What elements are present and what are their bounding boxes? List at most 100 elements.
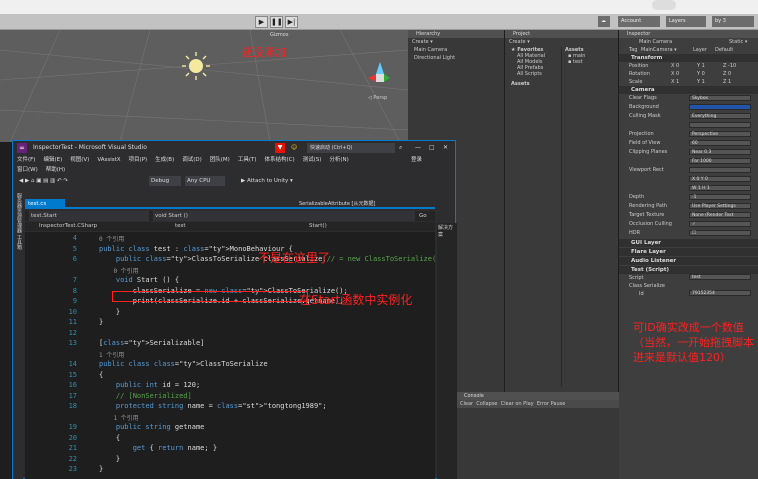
camera-field[interactable]: 60 xyxy=(689,140,751,146)
component-header[interactable]: Flare Layer xyxy=(619,248,758,256)
menu-item[interactable]: 窗口(W) xyxy=(17,165,38,175)
menu-item[interactable]: 工具(T) xyxy=(238,155,257,165)
menu-item[interactable]: 文件(F) xyxy=(17,155,35,165)
transform-field[interactable]: X 0 xyxy=(671,70,679,78)
camera-field[interactable] xyxy=(689,104,751,110)
code-line[interactable]: public int id = 120; xyxy=(99,381,200,389)
code-line[interactable]: [class="ty">Serializable] xyxy=(99,339,204,347)
component-header[interactable]: Test (Script) xyxy=(619,266,758,274)
component-header[interactable]: GUI Layer xyxy=(619,239,758,247)
quick-launch-input[interactable]: 快速启动 (Ctrl+Q) xyxy=(307,143,395,153)
platform-dropdown[interactable]: Any CPU xyxy=(185,176,225,186)
code-line[interactable]: // [NonSerialized] xyxy=(99,392,192,400)
code-line[interactable]: 1 个引用 xyxy=(99,350,124,359)
asset-item[interactable]: ▪ test xyxy=(562,59,617,65)
transform-field[interactable]: Y 1 xyxy=(697,62,705,70)
camera-field[interactable]: ☐ xyxy=(689,230,751,236)
component-header[interactable]: Audio Listener xyxy=(619,257,758,265)
camera-field[interactable]: ✓ xyxy=(689,221,751,227)
login-link[interactable]: 登录 xyxy=(411,155,422,165)
menu-item[interactable]: 团队(M) xyxy=(210,155,230,165)
console-clear[interactable]: Clear xyxy=(460,401,473,407)
menu-item[interactable]: 调试(D) xyxy=(182,155,202,165)
code-line[interactable]: 1 个引用 xyxy=(99,413,138,422)
favorite-item[interactable]: All Scripts xyxy=(505,71,559,77)
menu-item[interactable]: 体系结构(C) xyxy=(264,155,294,165)
code-line[interactable]: } xyxy=(99,318,103,326)
code-line[interactable]: get { return name; } xyxy=(99,444,217,452)
menu-item[interactable]: VAssistX xyxy=(97,155,120,165)
code-line[interactable]: } xyxy=(99,308,120,316)
layers-dropdown[interactable]: Layers xyxy=(666,16,706,27)
hierarchy-tab[interactable]: Hierarchy xyxy=(408,30,504,38)
transform-field[interactable]: Z 0 xyxy=(723,70,731,78)
transform-field[interactable]: Y 0 xyxy=(697,70,705,78)
transform-field[interactable]: Y 1 xyxy=(697,78,705,86)
gizmos-dropdown[interactable]: Gizmos xyxy=(270,32,288,38)
hierarchy-item[interactable]: Main Camera xyxy=(408,46,504,54)
close-button[interactable]: ✕ xyxy=(443,141,448,155)
tab-test-cs[interactable]: test.cs xyxy=(25,199,65,209)
transform-header[interactable]: Transform xyxy=(619,54,758,62)
transform-field[interactable]: Z -10 xyxy=(723,62,736,70)
solution-explorer[interactable]: 解决方案 xyxy=(437,223,457,479)
code-line[interactable]: void Start () { xyxy=(99,276,179,284)
project-tab[interactable]: Project xyxy=(505,30,618,38)
camera-field[interactable] xyxy=(689,122,751,128)
menu-item[interactable]: 项目(P) xyxy=(129,155,148,165)
camera-field[interactable]: X 0 Y 0 xyxy=(689,176,751,182)
menu-item[interactable]: 生成(B) xyxy=(155,155,174,165)
transform-field[interactable]: X 0 xyxy=(671,62,679,70)
play-button[interactable]: ▶ xyxy=(255,16,268,28)
nav-member-dropdown[interactable]: void Start () xyxy=(153,211,415,221)
id-field[interactable]: 79152354 xyxy=(689,290,751,296)
step-button[interactable]: ▶| xyxy=(285,16,298,28)
feedback-icon[interactable]: ▼ xyxy=(275,143,285,153)
solution-tab[interactable]: 解决方案 xyxy=(437,223,457,239)
code-line[interactable]: } xyxy=(99,465,103,473)
left-tool-strip[interactable]: 服务器资源管理器 工具箱 xyxy=(13,189,23,479)
hierarchy-item[interactable]: Directional Light xyxy=(408,54,504,62)
camera-field[interactable]: -1 xyxy=(689,194,751,200)
camera-field[interactable]: Perspective xyxy=(689,131,751,137)
hierarchy-create[interactable]: Create ▾ xyxy=(408,38,504,46)
menu-item[interactable]: 分析(N) xyxy=(329,155,348,165)
layout-dropdown[interactable]: by 3 xyxy=(712,16,754,27)
class-serialize-row[interactable]: Class Serialize xyxy=(619,282,758,290)
code-line[interactable]: { xyxy=(99,371,103,379)
camera-field[interactable]: None (Render Text xyxy=(689,212,751,218)
transform-field[interactable]: Z 1 xyxy=(723,78,731,86)
maximize-button[interactable]: □ xyxy=(429,141,435,155)
toolbar-icons[interactable]: ◀ ▶ ⌂ ▣ ▤ ▥ ↶ ↷ xyxy=(19,175,68,187)
attach-unity-button[interactable]: ▶ Attach to Unity ▾ xyxy=(241,175,293,187)
console-collapse[interactable]: Collapse xyxy=(476,401,497,407)
nav-method[interactable]: Start() xyxy=(309,222,327,231)
tag-dropdown[interactable]: MainCamera ▾ xyxy=(641,46,677,54)
minimize-button[interactable]: — xyxy=(415,141,421,155)
static-toggle[interactable]: Static ▾ xyxy=(729,38,747,46)
nav-class-dropdown[interactable]: test.Start xyxy=(29,211,149,221)
code-line[interactable]: public string getname xyxy=(99,423,205,431)
code-line[interactable]: 0 个引用 xyxy=(99,234,124,243)
tab-serializable-attribute[interactable]: SerializableAttribute [从元数据] xyxy=(299,199,375,209)
camera-field[interactable]: Skybox xyxy=(689,95,751,101)
camera-field[interactable] xyxy=(689,167,751,173)
scene-view[interactable]: Gizmos ◁ Persp 还没添加 xyxy=(0,30,408,142)
project-create[interactable]: Create ▾ xyxy=(505,38,618,46)
nav-project[interactable]: InspectorTest.CSharp xyxy=(39,222,97,231)
menu-item[interactable]: 视图(V) xyxy=(70,155,89,165)
code-line[interactable]: { xyxy=(99,434,120,442)
code-line[interactable]: protected string name = class="st">"tong… xyxy=(99,402,327,410)
assets-folder[interactable]: Assets xyxy=(505,81,559,87)
menu-item[interactable]: 帮助(H) xyxy=(46,165,65,175)
layer-dropdown[interactable]: Default xyxy=(715,46,733,54)
config-dropdown[interactable]: Debug xyxy=(149,176,181,186)
console-error-pause[interactable]: Error Pause xyxy=(537,401,565,407)
menu-item[interactable]: 编辑(E) xyxy=(43,155,62,165)
code-line[interactable]: } xyxy=(99,455,120,463)
camera-field[interactable]: Use Player Settings xyxy=(689,203,751,209)
menu-item[interactable]: 测试(S) xyxy=(303,155,322,165)
search-icon[interactable]: ⌕ xyxy=(399,141,402,155)
code-editor[interactable]: 40 个引用 5 public class test : class="ty">Mo… xyxy=(25,232,440,479)
camera-field[interactable]: Everything xyxy=(689,113,751,119)
